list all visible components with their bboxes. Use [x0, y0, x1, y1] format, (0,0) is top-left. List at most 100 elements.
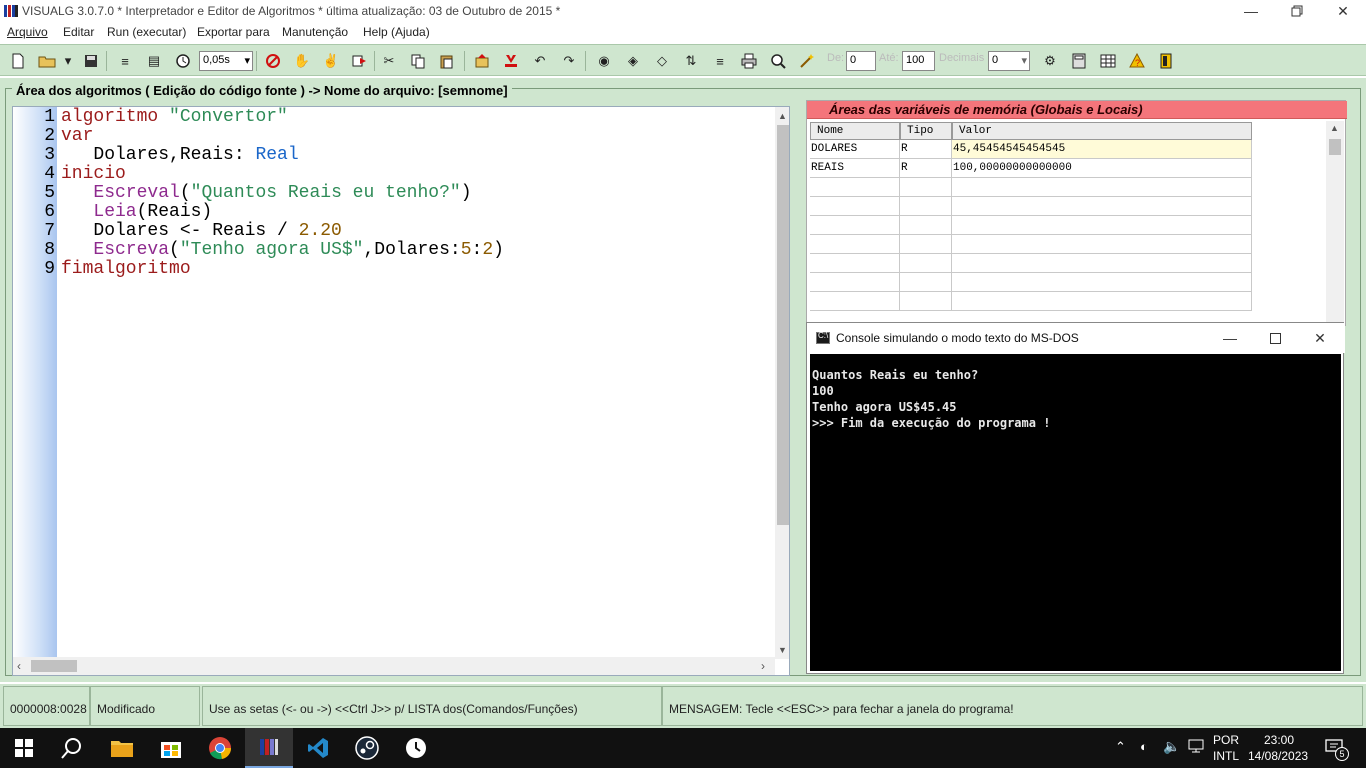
restore-button[interactable] [1274, 0, 1320, 22]
print-preview-icon[interactable]: ▤ [143, 50, 165, 72]
visualg-app-icon[interactable] [3, 3, 19, 19]
help-icon[interactable]: ? [1126, 50, 1148, 72]
network-icon[interactable] [1188, 739, 1204, 756]
scroll-right-icon[interactable]: › [761, 659, 765, 673]
variables-panel-title: Áreas das variáveis de memória (Globais … [829, 102, 1143, 117]
menu-help[interactable]: Help (Ajuda) [363, 25, 430, 39]
steam-icon[interactable] [343, 728, 391, 768]
zoom-icon[interactable] [767, 50, 789, 72]
ate-input[interactable]: 100 [902, 51, 935, 71]
open-folder-icon[interactable] [36, 50, 58, 72]
code-line[interactable]: fimalgoritmo [61, 259, 191, 279]
minimize-button[interactable]: — [1228, 0, 1274, 22]
code-line[interactable]: Dolares <- Reais / 2.20 [61, 221, 341, 241]
code-line[interactable]: var [61, 126, 93, 146]
editor-vertical-scroll-thumb[interactable] [777, 125, 789, 525]
editor-horizontal-scrollbar[interactable]: ‹ › [13, 657, 775, 675]
language-code[interactable]: POR [1213, 733, 1239, 747]
copy-icon[interactable] [407, 50, 429, 72]
vscode-icon[interactable] [294, 728, 342, 768]
taskbar: ⌃ ◐ 🔈 POR INTL 23:00 14/08/2023 5 [0, 728, 1366, 768]
store-icon[interactable] [147, 728, 195, 768]
menu-editar[interactable]: Editar [63, 25, 94, 39]
scroll-up-icon[interactable]: ▲ [1330, 123, 1339, 133]
search-icon[interactable] [48, 728, 96, 768]
keyboard-layout[interactable]: INTL [1213, 749, 1239, 763]
code-line[interactable]: inicio [61, 164, 126, 184]
console-close-button[interactable]: ✕ [1297, 327, 1343, 349]
de-input[interactable]: 0 [846, 51, 876, 71]
console-output[interactable]: Quantos Reais eu tenho? 100 Tenho agora … [810, 354, 1341, 671]
code-line[interactable]: Leia(Reais) [61, 202, 212, 222]
decimais-select[interactable]: 0 ▾ [988, 51, 1030, 71]
menu-exportar[interactable]: Exportar para [197, 25, 270, 39]
volume-icon[interactable]: 🔈 [1163, 738, 1180, 755]
code-line[interactable]: Escreva("Tenho agora US$",Dolares:5:2) [61, 240, 504, 260]
console-maximize-button[interactable] [1252, 327, 1298, 349]
scroll-up-icon[interactable]: ▲ [778, 111, 787, 121]
export-icon[interactable] [471, 50, 493, 72]
chevron-up-icon[interactable]: ⌃ [1115, 739, 1126, 755]
replace-icon[interactable]: ⇅ [680, 50, 702, 72]
menu-arquivo[interactable]: Arquivo [7, 25, 48, 39]
column-header-tipo[interactable]: Tipo [900, 122, 952, 140]
close-button[interactable]: ✕ [1320, 0, 1366, 22]
console-minimize-button[interactable]: — [1207, 327, 1253, 349]
exit-icon[interactable] [1155, 50, 1177, 72]
window-title: VISUALG 3.0.7.0 * Interpretador e Editor… [22, 4, 561, 18]
empty-grid-cell [900, 197, 952, 216]
visualg-taskbar-icon[interactable] [245, 728, 293, 768]
cut-icon[interactable]: ✂ [378, 50, 400, 72]
find-replace-icon[interactable]: ◈ [622, 50, 644, 72]
code-line[interactable]: algoritmo "Convertor" [61, 107, 288, 127]
clock-time[interactable]: 23:00 [1264, 733, 1294, 747]
paste-icon[interactable] [436, 50, 458, 72]
breakpoint-hand-icon[interactable]: ✌ [320, 50, 342, 72]
console-line: >>> Fim da execução do programa ! [812, 416, 1051, 430]
format-icon[interactable]: ≡ [709, 50, 731, 72]
redo-icon[interactable]: ↷ [558, 50, 580, 72]
import-icon[interactable] [500, 50, 522, 72]
clock-date[interactable]: 14/08/2023 [1248, 749, 1308, 763]
calculator-icon[interactable] [1068, 50, 1090, 72]
chrome-icon[interactable] [196, 728, 244, 768]
variables-grid[interactable]: Nome Tipo Valor DOLARES R 45,4545454545454… [810, 122, 1252, 327]
code-line[interactable]: Escreval("Quantos Reais eu tenho?") [61, 183, 471, 203]
code-line[interactable]: Dolares,Reais: Real [61, 145, 298, 165]
variables-scrollbar[interactable]: ▲ [1326, 121, 1344, 327]
editor-horizontal-scroll-thumb[interactable] [31, 660, 77, 672]
new-file-icon[interactable] [7, 50, 29, 72]
editor-vertical-scrollbar[interactable]: ▲ ▼ [775, 107, 789, 659]
hand-icon[interactable]: ✋ [291, 50, 313, 72]
device-icon[interactable]: ◐ [1140, 739, 1148, 754]
file-explorer-icon[interactable] [98, 728, 146, 768]
menu-run[interactable]: Run (executar) [107, 25, 186, 39]
console-line: Tenho agora US$45.45 [812, 400, 957, 414]
timer-icon[interactable] [172, 50, 194, 72]
find-icon[interactable]: ◉ [593, 50, 615, 72]
undo-icon[interactable]: ↶ [529, 50, 551, 72]
clock-app-icon[interactable] [392, 728, 440, 768]
variables-scroll-thumb[interactable] [1329, 139, 1341, 155]
menu-manutencao[interactable]: Manutenção [282, 25, 348, 39]
windows-start-icon[interactable] [0, 728, 48, 768]
scroll-down-icon[interactable]: ▼ [778, 645, 787, 655]
find-next-icon[interactable]: ◇ [651, 50, 673, 72]
table-icon[interactable] [1097, 50, 1119, 72]
code-editor[interactable]: 1 2 3 4 5 6 7 8 9 algoritmo "Convertor" v… [12, 106, 790, 676]
scroll-left-icon[interactable]: ‹ [17, 659, 21, 673]
speed-select[interactable]: 0,05s ▾ [199, 51, 253, 71]
magic-wand-icon[interactable] [796, 50, 818, 72]
column-header-nome[interactable]: Nome [810, 122, 900, 140]
save-icon[interactable] [80, 50, 102, 72]
variable-valor-cell: 100,00000000000000 [952, 159, 1252, 178]
column-header-valor[interactable]: Valor [952, 122, 1252, 140]
indent-icon[interactable]: ≡ [114, 50, 136, 72]
run-icon[interactable] [349, 50, 371, 72]
console-line: Quantos Reais eu tenho? [812, 368, 979, 382]
diagnostic-icon[interactable]: ⚙ [1039, 50, 1061, 72]
status-message: MENSAGEM: Tecle <<ESC>> para fechar a ja… [662, 686, 1363, 726]
stop-icon[interactable] [262, 50, 284, 72]
printer-icon[interactable] [738, 50, 760, 72]
open-recent-dropdown-icon[interactable]: ▾ [60, 50, 76, 72]
